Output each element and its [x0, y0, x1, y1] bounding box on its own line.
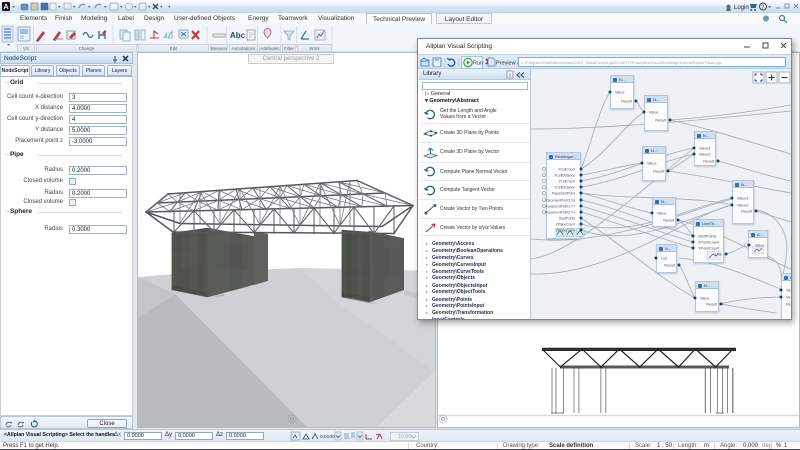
svg-text:PlacementPoint1 Yo: PlacementPoint1 Yo — [545, 199, 575, 203]
svg-text:StartPoints: StartPoints — [698, 235, 717, 239]
svg-text:Value: Value — [647, 162, 656, 166]
svg-text:PlacementPoint1 Y+: PlacementPoint1 Y+ — [545, 205, 575, 209]
svg-text:YCellDistance: YCellDistance — [554, 186, 575, 190]
svg-text:Value1: Value1 — [699, 147, 711, 151]
svg-text:YPlaneCount: YPlaneCount — [556, 229, 576, 233]
svg-text:Result: Result — [621, 100, 633, 104]
svg-text:Value: Value — [755, 244, 764, 248]
svg-text:XCellDistance: XCellDistance — [554, 174, 575, 178]
svg-text:Re..: Re.. — [786, 303, 791, 307]
svg-text:Result: Result — [706, 303, 718, 307]
svg-text:PlacementPoint2 Y+: PlacementPoint2 Y+ — [545, 211, 575, 215]
svg-text:Preview all: Preview all — [496, 61, 518, 67]
svg-text:Value: Value — [615, 91, 624, 95]
svg-text:List: List — [661, 257, 668, 261]
svg-text:Abc: Abc — [230, 31, 246, 40]
svg-text:Run: Run — [473, 61, 483, 67]
svg-text:Value: Value — [657, 212, 666, 216]
svg-text:Value2: Value2 — [699, 153, 711, 157]
svg-text:YCellCount: YCellCount — [558, 180, 575, 184]
svg-text:XPlaneCount: XPlaneCount — [556, 223, 576, 227]
svg-text:Va..: Va.. — [786, 296, 791, 300]
svg-text:PlacementPoint: PlacementPoint — [552, 192, 575, 196]
svg-text:Value2: Value2 — [737, 204, 749, 208]
svg-text:YPointCount: YPointCount — [698, 247, 720, 251]
svg-text:StartPoints: StartPoints — [559, 217, 575, 221]
svg-text:Line: Line — [715, 253, 722, 257]
svg-text:Value: Value — [649, 111, 658, 115]
svg-text:Value: Value — [700, 297, 709, 301]
svg-text:Result: Result — [664, 264, 676, 268]
svg-text:Result: Result — [655, 119, 667, 123]
svg-text:Result: Result — [703, 160, 715, 164]
svg-text:XPointCount: XPointCount — [698, 241, 720, 245]
svg-text:XCellCount: XCellCount — [558, 168, 575, 172]
svg-text:Result: Result — [653, 170, 665, 174]
svg-text:Va..: Va.. — [786, 289, 791, 293]
svg-text:Result: Result — [663, 219, 675, 223]
svg-text:Result: Result — [741, 210, 753, 214]
svg-text:Value1: Value1 — [737, 197, 749, 201]
svg-text:A: A — [3, 4, 8, 11]
svg-text:Login: Login — [734, 5, 749, 11]
svg-text:0.0100: 0.0100 — [320, 434, 335, 440]
